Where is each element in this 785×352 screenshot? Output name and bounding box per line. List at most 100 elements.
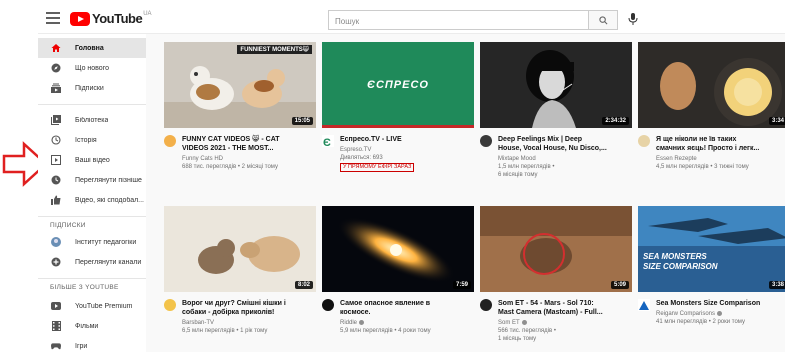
- channel-avatar[interactable]: [164, 299, 176, 311]
- video-card[interactable]: 5:09 Som ET - 54 - Mars - Sol 710: Mast C…: [480, 206, 632, 352]
- sidebar-item-label: Відео, які сподобал...: [75, 196, 145, 204]
- video-title[interactable]: Самое опасное явление в космосе.: [340, 299, 474, 317]
- sidebar-item-liked[interactable]: Відео, які сподобал...: [38, 190, 146, 210]
- channel-avatar[interactable]: [164, 135, 176, 147]
- video-thumbnail[interactable]: 2:34:32: [480, 42, 632, 128]
- channel-name[interactable]: Espreso.TV: [340, 146, 371, 154]
- channel-name[interactable]: Riddle: [340, 319, 365, 327]
- thumbnail-caption: SEA MONSTERS SIZE COMPARISON: [643, 252, 718, 271]
- video-title-line: FUNNY CAT VIDEOS 😸 - CAT: [182, 136, 280, 143]
- video-title[interactable]: Еспресо.TV - LIVE: [340, 135, 474, 144]
- sidebar-item-gaming[interactable]: Ігри: [38, 336, 146, 352]
- video-stats: 566 тис. переглядів •: [498, 328, 556, 334]
- video-stats: 4,5 млн переглядів • 3 тижні тому: [656, 164, 749, 170]
- more-from-youtube-heading: БІЛЬШЕ З YOUTUBE: [50, 284, 119, 291]
- sidebar-item-label: Ваші відео: [75, 156, 110, 164]
- channel-name[interactable]: Reigarw Comparisons: [656, 310, 723, 318]
- film-icon: [51, 321, 61, 331]
- sidebar-item-label: Підписки: [75, 84, 104, 92]
- sidebar-item-label: Що нового: [75, 64, 109, 72]
- channel-name[interactable]: Essen Rezepte: [656, 155, 697, 163]
- video-title[interactable]: Я ще ніколи не їв таких смачних яєць! Про…: [656, 135, 785, 153]
- sidebar-item-watch-later[interactable]: Переглянути пізніше: [38, 170, 146, 190]
- sidebar-item-channel[interactable]: Інститут педагогіки: [38, 232, 146, 252]
- channel-avatar[interactable]: [638, 299, 650, 311]
- microphone-icon[interactable]: [626, 12, 640, 26]
- video-title[interactable]: Sea Monsters Size Comparison: [656, 299, 785, 308]
- channel-avatar[interactable]: [480, 135, 492, 147]
- video-duration: 2:34:32: [602, 117, 629, 125]
- sidebar-item-home[interactable]: Головна: [38, 38, 146, 58]
- sidebar-divider: [38, 104, 146, 105]
- channel-avatar[interactable]: [638, 135, 650, 147]
- video-title-line: Я ще ніколи не їв таких: [656, 136, 737, 143]
- hamburger-menu-icon[interactable]: [46, 12, 60, 24]
- video-card[interactable]: 3:34 Я ще ніколи не їв таких смачних яєць…: [638, 42, 785, 193]
- library-icon: [51, 115, 61, 125]
- video-thumbnail[interactable]: FUNNIEST MOMENTS😸 15:05: [164, 42, 316, 128]
- video-card[interactable]: FUNNIEST MOMENTS😸 15:05 FUNNY CAT VIDEOS…: [164, 42, 316, 193]
- video-thumbnail[interactable]: ЄСПРЕСО: [322, 42, 474, 128]
- sidebar-item-browse-channels[interactable]: Переглянути канали: [38, 252, 146, 272]
- egg-thumbnail-image: [638, 42, 785, 128]
- svg-text:Є: Є: [323, 137, 331, 148]
- subscriptions-icon: [51, 83, 61, 93]
- channel-name[interactable]: Mixtape Mood: [498, 155, 536, 163]
- sidebar-item-explore[interactable]: Що нового: [38, 58, 146, 78]
- channel-name[interactable]: Funny Cats HD: [182, 155, 223, 163]
- top-bar: YouTube UA: [38, 4, 785, 34]
- liked-icon: [51, 195, 61, 205]
- video-duration: 15:05: [291, 117, 313, 125]
- video-stats: Дивляться: 693: [340, 155, 383, 161]
- video-card[interactable]: ЄСПРЕСО Є Еспресо.TV - LIVE Espreso.TV Д…: [322, 42, 474, 193]
- sidebar-item-history[interactable]: Історія: [38, 130, 146, 150]
- channel-avatar[interactable]: Є: [322, 135, 334, 149]
- verified-check-icon: [359, 319, 365, 325]
- channel-name-text: Som ET: [498, 320, 520, 326]
- sidebar-item-library[interactable]: Бібліотека: [38, 110, 146, 130]
- logo-text: YouTube: [92, 11, 143, 26]
- video-title-line: Sea Monsters Size Comparison: [656, 300, 761, 307]
- video-thumbnail[interactable]: 7:59: [322, 206, 474, 292]
- video-thumbnail[interactable]: 3:34: [638, 42, 785, 128]
- video-thumbnail[interactable]: SEA MONSTERS SIZE COMPARISON 3:38: [638, 206, 785, 292]
- video-card[interactable]: 7:59 Самое опасное явление в космосе. Rid…: [322, 206, 474, 352]
- video-stats: 688 тис. переглядів • 2 місяці тому: [182, 164, 278, 170]
- youtube-window: YouTube UA Головна Що: [38, 4, 785, 352]
- search-input[interactable]: [329, 12, 589, 31]
- sidebar-item-your-videos[interactable]: Ваші відео: [38, 150, 146, 170]
- channel-name[interactable]: Som ET: [498, 319, 527, 327]
- video-card[interactable]: 2:34:32 Deep Feelings Mix | Deep House, V…: [480, 42, 632, 193]
- channel-avatar[interactable]: [322, 299, 334, 311]
- video-title[interactable]: FUNNY CAT VIDEOS 😸 - CAT VIDEOS 2021 - TH…: [182, 135, 316, 153]
- youtube-logo[interactable]: YouTube UA: [70, 11, 152, 26]
- sidebar-item-label: Інститут педагогіки: [75, 238, 137, 246]
- video-title[interactable]: Som ET - 54 - Mars - Sol 710: Mast Camera…: [498, 299, 632, 317]
- video-duration: 3:34: [768, 117, 785, 125]
- sidebar-item-label: Історія: [75, 136, 97, 144]
- sidebar-item-premium[interactable]: YouTube Premium: [38, 296, 146, 316]
- channel-name-text: Riddle: [340, 320, 358, 326]
- channel-name-text: Reigarw Comparisons: [656, 311, 716, 317]
- live-now-badge: У ПРЯМОМУ ЕФІРІ ЗАРАЗ: [340, 163, 415, 172]
- youtube-icon: [51, 301, 61, 311]
- sidebar-divider: [38, 278, 146, 279]
- live-progress-bar: [322, 125, 474, 128]
- video-duration: 5:09: [610, 281, 629, 289]
- sidebar-item-label: Ігри: [75, 342, 88, 350]
- sidebar-item-label: Переглянути пізніше: [75, 176, 142, 184]
- search-button[interactable]: [588, 10, 618, 30]
- channel-avatar[interactable]: [480, 299, 492, 311]
- video-card[interactable]: 8:02 Ворог чи друг? Смішні кішки і собаки…: [164, 206, 316, 352]
- video-title-line: Mast Camera (Mastcam) - Full...: [498, 309, 603, 316]
- video-title[interactable]: Deep Feelings Mix | Deep House, Vocal Hou…: [498, 135, 632, 153]
- sidebar-item-subscriptions[interactable]: Підписки: [38, 78, 146, 98]
- video-title[interactable]: Ворог чи друг? Смішні кішки і собаки - до…: [182, 299, 316, 317]
- cat-thumbnail-image: [164, 42, 316, 128]
- channel-name[interactable]: Barsban-TV: [182, 319, 214, 327]
- video-thumbnail[interactable]: 8:02: [164, 206, 316, 292]
- sidebar-item-movies[interactable]: Фільми: [38, 316, 146, 336]
- video-thumbnail[interactable]: 5:09: [480, 206, 632, 292]
- cat-and-dog-thumbnail-image: [164, 206, 316, 292]
- video-card[interactable]: SEA MONSTERS SIZE COMPARISON 3:38 Sea Mo…: [638, 206, 785, 352]
